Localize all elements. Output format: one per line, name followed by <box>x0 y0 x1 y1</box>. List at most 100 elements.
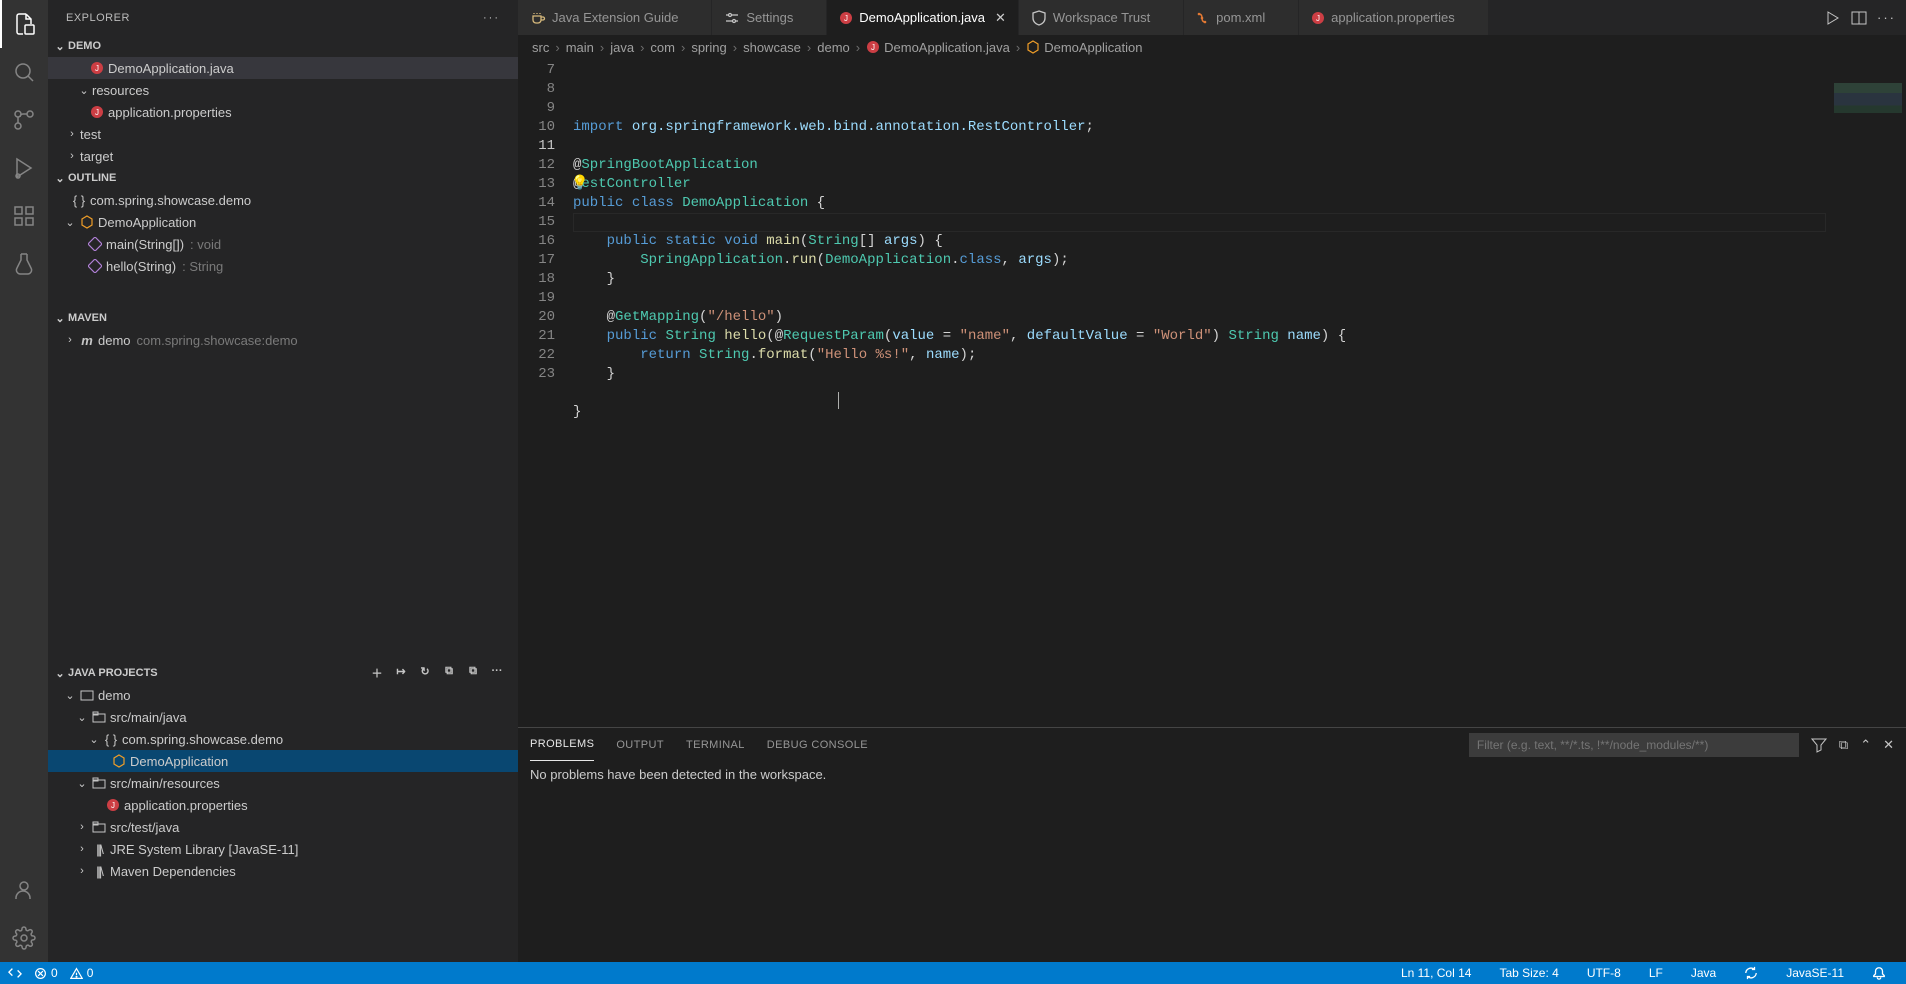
code-line[interactable]: public static void main(String[] args) { <box>573 232 1826 251</box>
section-outline[interactable]: ⌄ OUTLINE <box>48 167 518 189</box>
status-eol[interactable]: LF <box>1649 966 1663 980</box>
testing-icon[interactable] <box>0 240 48 288</box>
folder-target[interactable]: › target <box>48 145 518 167</box>
status-warnings[interactable]: 0 <box>70 966 94 980</box>
arrow-icon[interactable]: ↦ <box>392 665 410 681</box>
breadcrumb-segment[interactable]: J DemoApplication.java <box>866 40 1010 55</box>
status-remote[interactable] <box>8 966 22 980</box>
jp-src-main-java[interactable]: ⌄ src/main/java <box>48 706 518 728</box>
more-icon[interactable]: ··· <box>1877 10 1896 25</box>
code-line[interactable]: } <box>573 365 1826 384</box>
code-line[interactable] <box>573 289 1826 308</box>
code-area[interactable]: import org.springframework.web.bind.anno… <box>573 59 1826 727</box>
status-cursor-pos[interactable]: Ln 11, Col 14 <box>1401 966 1472 980</box>
status-bell-icon[interactable] <box>1872 966 1886 980</box>
refresh-icon[interactable]: ↻ <box>416 665 434 681</box>
folder-resources[interactable]: ⌄ resources <box>48 79 518 101</box>
settings-gear-icon[interactable] <box>0 914 48 962</box>
file-application-properties[interactable]: J application.properties <box>48 101 518 123</box>
code-line[interactable]: @GetMapping("/hello") <box>573 308 1826 327</box>
breadcrumb-segment[interactable]: DemoApplication <box>1026 40 1142 55</box>
breadcrumb-segment[interactable]: showcase <box>743 40 801 55</box>
close-panel-icon[interactable]: ✕ <box>1883 737 1894 753</box>
source-control-icon[interactable] <box>0 96 48 144</box>
panel-tab-problems[interactable]: PROBLEMS <box>530 728 594 761</box>
panel-tab-debug-console[interactable]: DEBUG CONSOLE <box>767 728 868 761</box>
code-line[interactable]: SpringApplication.run(DemoApplication.cl… <box>573 251 1826 270</box>
more-icon[interactable]: ··· <box>483 12 500 24</box>
code-line[interactable] <box>573 422 1826 441</box>
panel-tab-terminal[interactable]: TERMINAL <box>686 728 745 761</box>
tab-application-properties[interactable]: Japplication.properties✕ <box>1299 0 1488 35</box>
breadcrumb-segment[interactable]: spring <box>691 40 726 55</box>
more-icon[interactable]: ··· <box>488 665 506 681</box>
jp-class-demoapplication[interactable]: DemoApplication <box>48 750 518 772</box>
outline-namespace[interactable]: { } com.spring.showcase.demo <box>48 189 518 211</box>
section-demo[interactable]: ⌄ DEMO <box>48 35 518 57</box>
filter-icon[interactable] <box>1811 737 1827 753</box>
breadcrumb-segment[interactable]: src <box>532 40 549 55</box>
jp-jre[interactable]: › |||\ JRE System Library [JavaSE-11] <box>48 838 518 860</box>
status-encoding[interactable]: UTF-8 <box>1587 966 1621 980</box>
code-line[interactable]: 💡@estController <box>573 175 1826 194</box>
file-demoapplication-java[interactable]: J DemoApplication.java <box>48 57 518 79</box>
extensions-icon[interactable] <box>0 192 48 240</box>
section-maven[interactable]: ⌄ MAVEN <box>48 307 518 329</box>
code-line[interactable] <box>573 384 1826 403</box>
jp-src-test-java[interactable]: › src/test/java <box>48 816 518 838</box>
filter-input[interactable] <box>1469 733 1799 757</box>
jp-maven-deps[interactable]: › |||\ Maven Dependencies <box>48 860 518 882</box>
status-language[interactable]: Java <box>1691 966 1716 980</box>
outline-method-main[interactable]: main(String[]) : void <box>48 233 518 255</box>
search-icon[interactable] <box>0 48 48 96</box>
tab-pom-xml[interactable]: pom.xml✕ <box>1184 0 1299 35</box>
code-line[interactable]: } <box>573 403 1826 422</box>
plus-icon[interactable]: ＋ <box>368 665 386 681</box>
status-sync-icon[interactable] <box>1744 966 1758 980</box>
code-line[interactable]: public class DemoApplication { <box>573 194 1826 213</box>
status-jre[interactable]: JavaSE-11 <box>1786 966 1844 980</box>
svg-text:J: J <box>95 108 99 117</box>
code-line[interactable]: return String.format("Hello %s!", name); <box>573 346 1826 365</box>
code-line[interactable] <box>573 137 1826 156</box>
accounts-icon[interactable] <box>0 866 48 914</box>
split-editor-icon[interactable] <box>1851 10 1867 26</box>
breadcrumb[interactable]: src›main›java›com›spring›showcase›demo›J… <box>518 35 1906 59</box>
code-line[interactable] <box>573 213 1826 232</box>
tab-settings[interactable]: Settings✕ <box>712 0 827 35</box>
collapse-icon[interactable]: ⧉ <box>440 665 458 681</box>
maximize-icon[interactable]: ⌃ <box>1860 737 1871 753</box>
outline-method-hello[interactable]: hello(String) : String <box>48 255 518 277</box>
status-errors[interactable]: 0 <box>34 966 58 980</box>
jp-root[interactable]: ⌄ demo <box>48 684 518 706</box>
code-line[interactable]: import org.springframework.web.bind.anno… <box>573 118 1826 137</box>
code-line[interactable]: @SpringBootApplication <box>573 156 1826 175</box>
jp-src-main-resources[interactable]: ⌄ src/main/resources <box>48 772 518 794</box>
maven-project[interactable]: › m demo com.spring.showcase:demo <box>48 329 518 351</box>
collapse-all-icon[interactable]: ⧉ <box>464 665 482 681</box>
breadcrumb-segment[interactable]: main <box>566 40 594 55</box>
tab-workspace-trust[interactable]: Workspace Trust✕ <box>1019 0 1184 35</box>
minimap[interactable] <box>1826 59 1906 727</box>
tab-demoapplication-java[interactable]: JDemoApplication.java✕ <box>827 0 1019 35</box>
run-debug-icon[interactable] <box>0 144 48 192</box>
jp-application-properties[interactable]: J application.properties <box>48 794 518 816</box>
panel-tab-output[interactable]: OUTPUT <box>616 728 664 761</box>
outline-class[interactable]: ⌄ DemoApplication <box>48 211 518 233</box>
code-line[interactable]: public String hello(@RequestParam(value … <box>573 327 1826 346</box>
code-line[interactable]: } <box>573 270 1826 289</box>
breadcrumb-segment[interactable]: com <box>650 40 675 55</box>
run-icon[interactable] <box>1825 10 1841 26</box>
breadcrumb-segment[interactable]: demo <box>817 40 850 55</box>
chevron-down-icon: ⌄ <box>52 312 68 325</box>
folder-test[interactable]: › test <box>48 123 518 145</box>
tab-java-extension-guide[interactable]: Java Extension Guide✕ <box>518 0 712 35</box>
breadcrumb-segment[interactable]: java <box>610 40 634 55</box>
jp-package[interactable]: ⌄ { } com.spring.showcase.demo <box>48 728 518 750</box>
collapse-icon[interactable]: ⧉ <box>1839 737 1848 753</box>
section-java-projects[interactable]: ⌄ JAVA PROJECTS ＋ ↦ ↻ ⧉ ⧉ ··· <box>48 662 518 684</box>
close-icon[interactable]: ✕ <box>995 10 1006 26</box>
explorer-icon[interactable] <box>0 0 48 48</box>
editor-body[interactable]: 7891011121314151617181920212223 import o… <box>518 59 1906 727</box>
status-tab-size[interactable]: Tab Size: 4 <box>1499 966 1558 980</box>
